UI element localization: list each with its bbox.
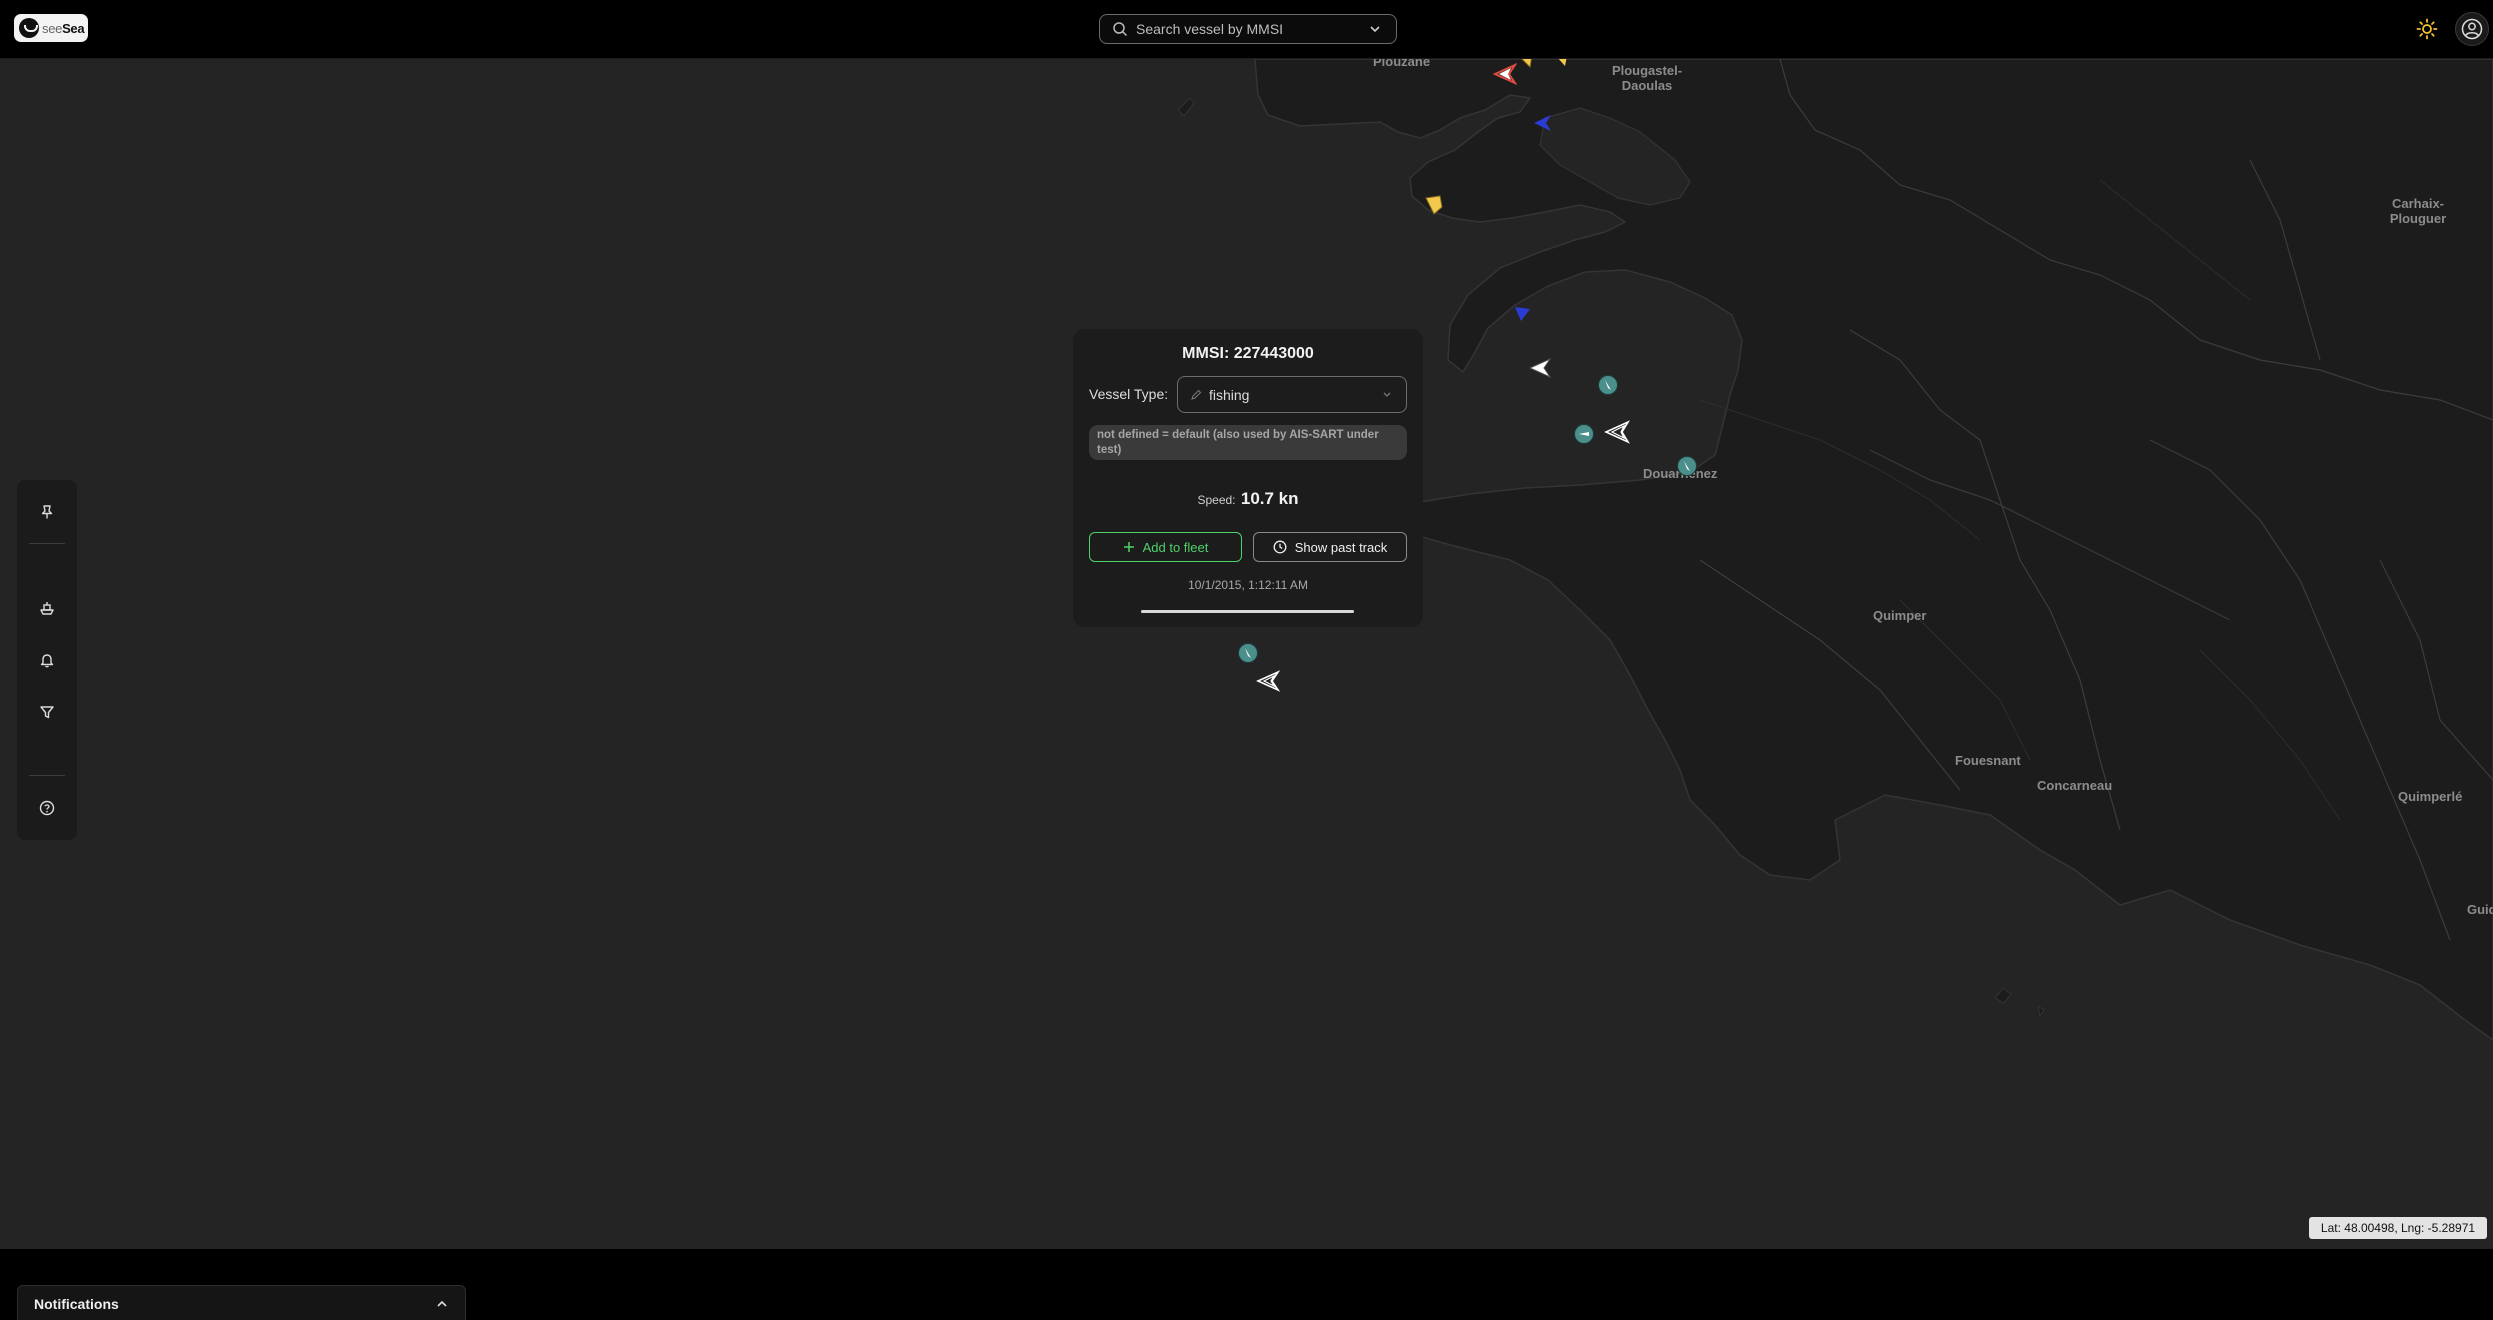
place-label: Quimperlé xyxy=(2398,789,2463,804)
notifications-panel[interactable]: Notifications xyxy=(17,1285,466,1320)
vessels-button[interactable] xyxy=(32,593,62,623)
place-label: Concarneau xyxy=(2037,778,2113,793)
sun-icon[interactable] xyxy=(2415,17,2439,41)
chevron-down-icon[interactable] xyxy=(1368,22,1382,36)
logo-text: seeSea xyxy=(42,20,85,36)
filter-icon xyxy=(40,706,54,719)
arrow-icon xyxy=(1684,461,1690,471)
place-label: Quimper xyxy=(1873,608,1927,623)
vessel-marker[interactable] xyxy=(1604,419,1630,445)
cursor-coordinates: Lat: 48.00498, Lng: -5.28971 xyxy=(2309,1217,2487,1239)
pin-button[interactable] xyxy=(32,497,62,527)
map-canvas[interactable]: Plouzané Plougastel-Daoulas Carhaix-Plou… xyxy=(0,59,2493,1249)
vessel-marker[interactable] xyxy=(1598,375,1618,395)
filter-button[interactable] xyxy=(32,697,62,727)
show-past-track-button[interactable]: Show past track xyxy=(1253,532,1407,562)
place-label: Fouesnant xyxy=(1955,753,2021,768)
vessel-popup: MMSI: 227443000 Vessel Type: fishing not… xyxy=(1073,329,1423,627)
chevron-down-icon xyxy=(1383,392,1391,397)
vessel-marker[interactable] xyxy=(1528,356,1552,380)
arrow-icon xyxy=(1605,380,1611,390)
vessel-marker[interactable] xyxy=(1493,62,1517,86)
place-label: Plouzané xyxy=(1373,59,1431,69)
logo-mark-icon xyxy=(19,18,39,38)
vessel-type-value: fishing xyxy=(1209,386,1250,403)
vessel-marker[interactable] xyxy=(1512,304,1532,324)
vessel-type-label: Vessel Type: xyxy=(1089,386,1169,402)
pin-icon xyxy=(41,505,53,519)
chevron-up-icon[interactable] xyxy=(435,1297,449,1311)
clock-icon xyxy=(1273,540,1287,554)
speed-label: Speed: xyxy=(1197,493,1236,507)
vessel-type-note: not defined = default (also used by AIS-… xyxy=(1089,425,1407,460)
vessel-marker[interactable] xyxy=(1516,59,1536,71)
top-bar: seeSea xyxy=(0,0,2493,59)
timeline-slider[interactable] xyxy=(1141,610,1354,613)
bell-icon xyxy=(40,654,54,668)
vessel-marker[interactable] xyxy=(1574,424,1594,444)
sidebar-divider xyxy=(29,775,65,776)
alerts-button[interactable] xyxy=(32,645,62,675)
vessel-mmsi-title: MMSI: 227443000 xyxy=(1182,345,1314,362)
vessel-marker[interactable] xyxy=(1423,193,1445,217)
vessel-marker[interactable] xyxy=(1531,112,1553,134)
help-icon xyxy=(39,800,55,816)
vessel-marker[interactable] xyxy=(1554,59,1570,69)
position-timestamp: 10/1/2015, 1:12:11 AM xyxy=(1188,578,1308,592)
arrow-icon xyxy=(1579,432,1589,436)
speed-value: 10.7 kn xyxy=(1240,489,1299,508)
user-avatar[interactable] xyxy=(2455,12,2489,46)
place-label: Carhaix-Plouguer xyxy=(2389,196,2447,226)
notifications-title: Notifications xyxy=(34,1296,119,1312)
search-input[interactable] xyxy=(1134,20,1368,38)
speed-readout: Speed: 10.7 kn xyxy=(1073,489,1423,509)
vessel-marker[interactable] xyxy=(1238,643,1258,663)
island xyxy=(2037,1004,2045,1018)
timeline-slider-fill xyxy=(1141,610,1354,613)
place-label: Plougastel-Daoulas xyxy=(1611,63,1683,93)
island xyxy=(1994,987,2012,1004)
place-label: Guidel xyxy=(2467,902,2493,917)
search-icon xyxy=(1113,22,1128,37)
user-icon xyxy=(2461,18,2483,40)
left-toolbar xyxy=(17,480,77,840)
pencil-icon xyxy=(1191,389,1202,400)
ship-icon xyxy=(40,602,54,615)
search-box[interactable] xyxy=(1099,14,1397,44)
vessel-marker[interactable] xyxy=(1256,669,1280,693)
vessel-marker[interactable] xyxy=(1677,456,1697,476)
vessel-type-select[interactable]: fishing xyxy=(1177,376,1407,413)
add-to-fleet-label: Add to fleet xyxy=(1142,539,1209,555)
plus-icon xyxy=(1123,542,1134,552)
sidebar-divider xyxy=(29,543,65,544)
add-to-fleet-button[interactable]: Add to fleet xyxy=(1089,532,1242,562)
arrow-icon xyxy=(1245,648,1251,658)
help-button[interactable] xyxy=(32,793,62,823)
show-past-track-label: Show past track xyxy=(1294,539,1388,555)
seesea-logo[interactable]: seeSea xyxy=(14,14,88,42)
island xyxy=(1177,97,1195,117)
